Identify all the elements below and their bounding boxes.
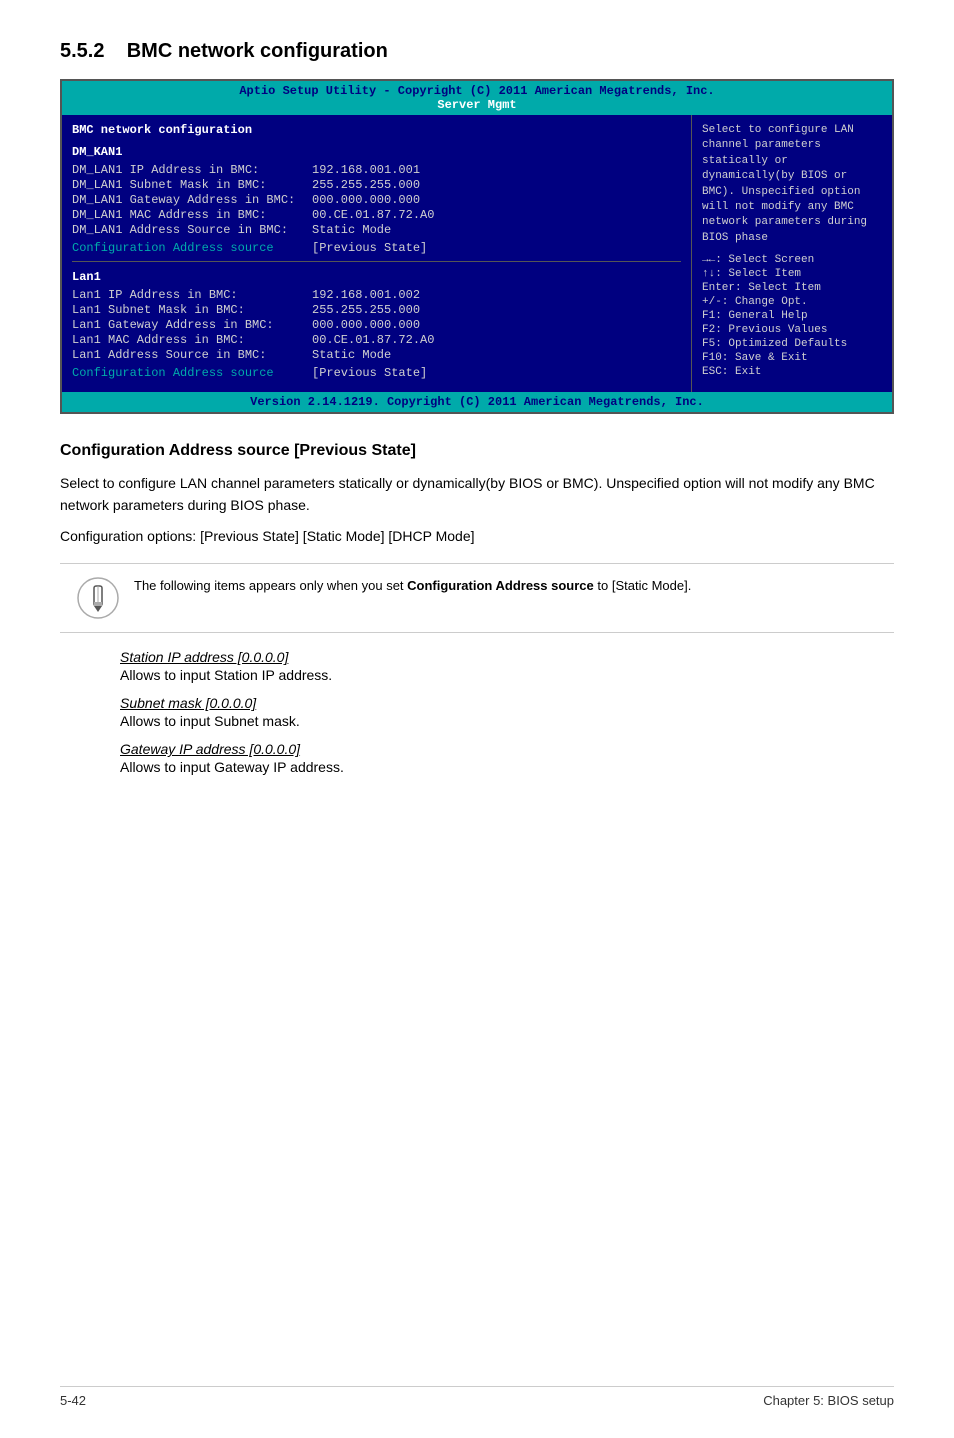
sub-item-desc: Allows to input Gateway IP address. bbox=[120, 759, 894, 775]
bios-row-label: DM_LAN1 Address Source in BMC: bbox=[72, 223, 312, 237]
bios-data-row: Lan1 MAC Address in BMC:00.CE.01.87.72.A… bbox=[72, 333, 681, 347]
nav-select-item: ↑↓: Select Item bbox=[702, 268, 882, 280]
sub-item: Gateway IP address [0.0.0.0] Allows to in… bbox=[120, 741, 894, 775]
bios-left-panel: BMC network configuration DM_KAN1 DM_LAN… bbox=[62, 115, 692, 392]
bios-row-label: DM_LAN1 IP Address in BMC: bbox=[72, 163, 312, 177]
bios-body: BMC network configuration DM_KAN1 DM_LAN… bbox=[62, 115, 892, 392]
sub-item: Station IP address [0.0.0.0] Allows to in… bbox=[120, 649, 894, 683]
footer-page-number: 5-42 bbox=[60, 1393, 86, 1408]
bios-config2-label: Configuration Address source bbox=[72, 366, 312, 380]
bios-group1-title: DM_KAN1 bbox=[72, 145, 681, 159]
sub-item-desc: Allows to input Station IP address. bbox=[120, 667, 894, 683]
bios-group2-rows: Lan1 IP Address in BMC:192.168.001.002La… bbox=[72, 288, 681, 362]
bios-data-row: DM_LAN1 Subnet Mask in BMC:255.255.255.0… bbox=[72, 178, 681, 192]
bios-group2-title: Lan1 bbox=[72, 270, 681, 284]
nav-esc: ESC: Exit bbox=[702, 366, 882, 378]
bios-row-value: 00.CE.01.87.72.A0 bbox=[312, 333, 434, 347]
nav-select-screen: →←: Select Screen bbox=[702, 254, 882, 266]
nav-enter: Enter: Select Item bbox=[702, 282, 882, 294]
nav-f10: F10: Save & Exit bbox=[702, 352, 882, 364]
bios-data-row: Lan1 Gateway Address in BMC:000.000.000.… bbox=[72, 318, 681, 332]
sub-item-title: Gateway IP address [0.0.0.0] bbox=[120, 741, 894, 757]
bios-data-row: DM_LAN1 Gateway Address in BMC:000.000.0… bbox=[72, 193, 681, 207]
section-title: 5.5.2 BMC network configuration bbox=[60, 40, 894, 63]
bios-row-value: Static Mode bbox=[312, 348, 391, 362]
bios-data-row: DM_LAN1 Address Source in BMC:Static Mod… bbox=[72, 223, 681, 237]
bios-right-info: Select to configure LAN channel paramete… bbox=[702, 123, 882, 246]
bios-header: Aptio Setup Utility - Copyright (C) 2011… bbox=[62, 81, 892, 115]
bios-row-value: 000.000.000.000 bbox=[312, 193, 420, 207]
note-text-before: The following items appears only when yo… bbox=[134, 578, 407, 593]
note-text: The following items appears only when yo… bbox=[134, 576, 691, 597]
bios-header-line1: Aptio Setup Utility - Copyright (C) 2011… bbox=[239, 84, 714, 98]
footer-chapter: Chapter 5: BIOS setup bbox=[763, 1393, 894, 1408]
nav-f2: F2: Previous Values bbox=[702, 324, 882, 336]
bios-data-row: DM_LAN1 IP Address in BMC:192.168.001.00… bbox=[72, 163, 681, 177]
sub-item-desc: Allows to input Subnet mask. bbox=[120, 713, 894, 729]
note-icon bbox=[76, 576, 120, 620]
bios-row-value: 192.168.001.001 bbox=[312, 163, 420, 177]
sub-item-title: Subnet mask [0.0.0.0] bbox=[120, 695, 894, 711]
bios-row-value: Static Mode bbox=[312, 223, 391, 237]
content-heading: Configuration Address source [Previous S… bbox=[60, 442, 894, 460]
bios-row-label: DM_LAN1 Subnet Mask in BMC: bbox=[72, 178, 312, 192]
bios-right-nav: →←: Select Screen ↑↓: Select Item Enter:… bbox=[702, 254, 882, 378]
content-paragraph1: Select to configure LAN channel paramete… bbox=[60, 472, 894, 517]
section-number: 5.5.2 bbox=[60, 40, 104, 62]
bios-row-label: Lan1 Gateway Address in BMC: bbox=[72, 318, 312, 332]
bios-data-row: DM_LAN1 MAC Address in BMC:00.CE.01.87.7… bbox=[72, 208, 681, 222]
bios-data-row: Lan1 Subnet Mask in BMC:255.255.255.000 bbox=[72, 303, 681, 317]
bios-config1-row: Configuration Address source [Previous S… bbox=[72, 241, 681, 255]
note-bold: Configuration Address source bbox=[407, 578, 594, 593]
note-text-after: to [Static Mode]. bbox=[594, 578, 692, 593]
bios-config2-row: Configuration Address source [Previous S… bbox=[72, 366, 681, 380]
bios-row-label: DM_LAN1 Gateway Address in BMC: bbox=[72, 193, 312, 207]
bios-header-highlight: Server Mgmt bbox=[437, 98, 516, 112]
bios-row-value: 255.255.255.000 bbox=[312, 178, 420, 192]
bios-row-label: DM_LAN1 MAC Address in BMC: bbox=[72, 208, 312, 222]
bios-row-label: Lan1 IP Address in BMC: bbox=[72, 288, 312, 302]
bios-row-value: 192.168.001.002 bbox=[312, 288, 420, 302]
bios-group1-rows: DM_LAN1 IP Address in BMC:192.168.001.00… bbox=[72, 163, 681, 237]
page-footer: 5-42 Chapter 5: BIOS setup bbox=[60, 1386, 894, 1408]
note-box: The following items appears only when yo… bbox=[60, 563, 894, 633]
sub-item-title: Station IP address [0.0.0.0] bbox=[120, 649, 894, 665]
bios-row-value: 000.000.000.000 bbox=[312, 318, 420, 332]
pencil-icon bbox=[76, 576, 120, 620]
bios-right-panel: Select to configure LAN channel paramete… bbox=[692, 115, 892, 392]
nav-change-opt: +/-: Change Opt. bbox=[702, 296, 882, 308]
sub-item: Subnet mask [0.0.0.0] Allows to input Sub… bbox=[120, 695, 894, 729]
bios-row-label: Lan1 MAC Address in BMC: bbox=[72, 333, 312, 347]
bios-data-row: Lan1 IP Address in BMC:192.168.001.002 bbox=[72, 288, 681, 302]
bios-config1-value: [Previous State] bbox=[312, 241, 427, 255]
nav-f5: F5: Optimized Defaults bbox=[702, 338, 882, 350]
nav-f1: F1: General Help bbox=[702, 310, 882, 322]
content-paragraph2: Configuration options: [Previous State] … bbox=[60, 525, 894, 547]
bios-row-value: 255.255.255.000 bbox=[312, 303, 420, 317]
bios-row-value: 00.CE.01.87.72.A0 bbox=[312, 208, 434, 222]
bios-footer: Version 2.14.1219. Copyright (C) 2011 Am… bbox=[62, 392, 892, 412]
bios-row-label: Lan1 Subnet Mask in BMC: bbox=[72, 303, 312, 317]
bios-main-title: BMC network configuration bbox=[72, 123, 681, 137]
bios-config2-value: [Previous State] bbox=[312, 366, 427, 380]
bios-data-row: Lan1 Address Source in BMC:Static Mode bbox=[72, 348, 681, 362]
bios-screen: Aptio Setup Utility - Copyright (C) 2011… bbox=[60, 79, 894, 414]
sub-items-list: Station IP address [0.0.0.0] Allows to in… bbox=[60, 649, 894, 775]
section-heading-text: BMC network configuration bbox=[127, 40, 388, 62]
bios-config1-label: Configuration Address source bbox=[72, 241, 312, 255]
bios-row-label: Lan1 Address Source in BMC: bbox=[72, 348, 312, 362]
